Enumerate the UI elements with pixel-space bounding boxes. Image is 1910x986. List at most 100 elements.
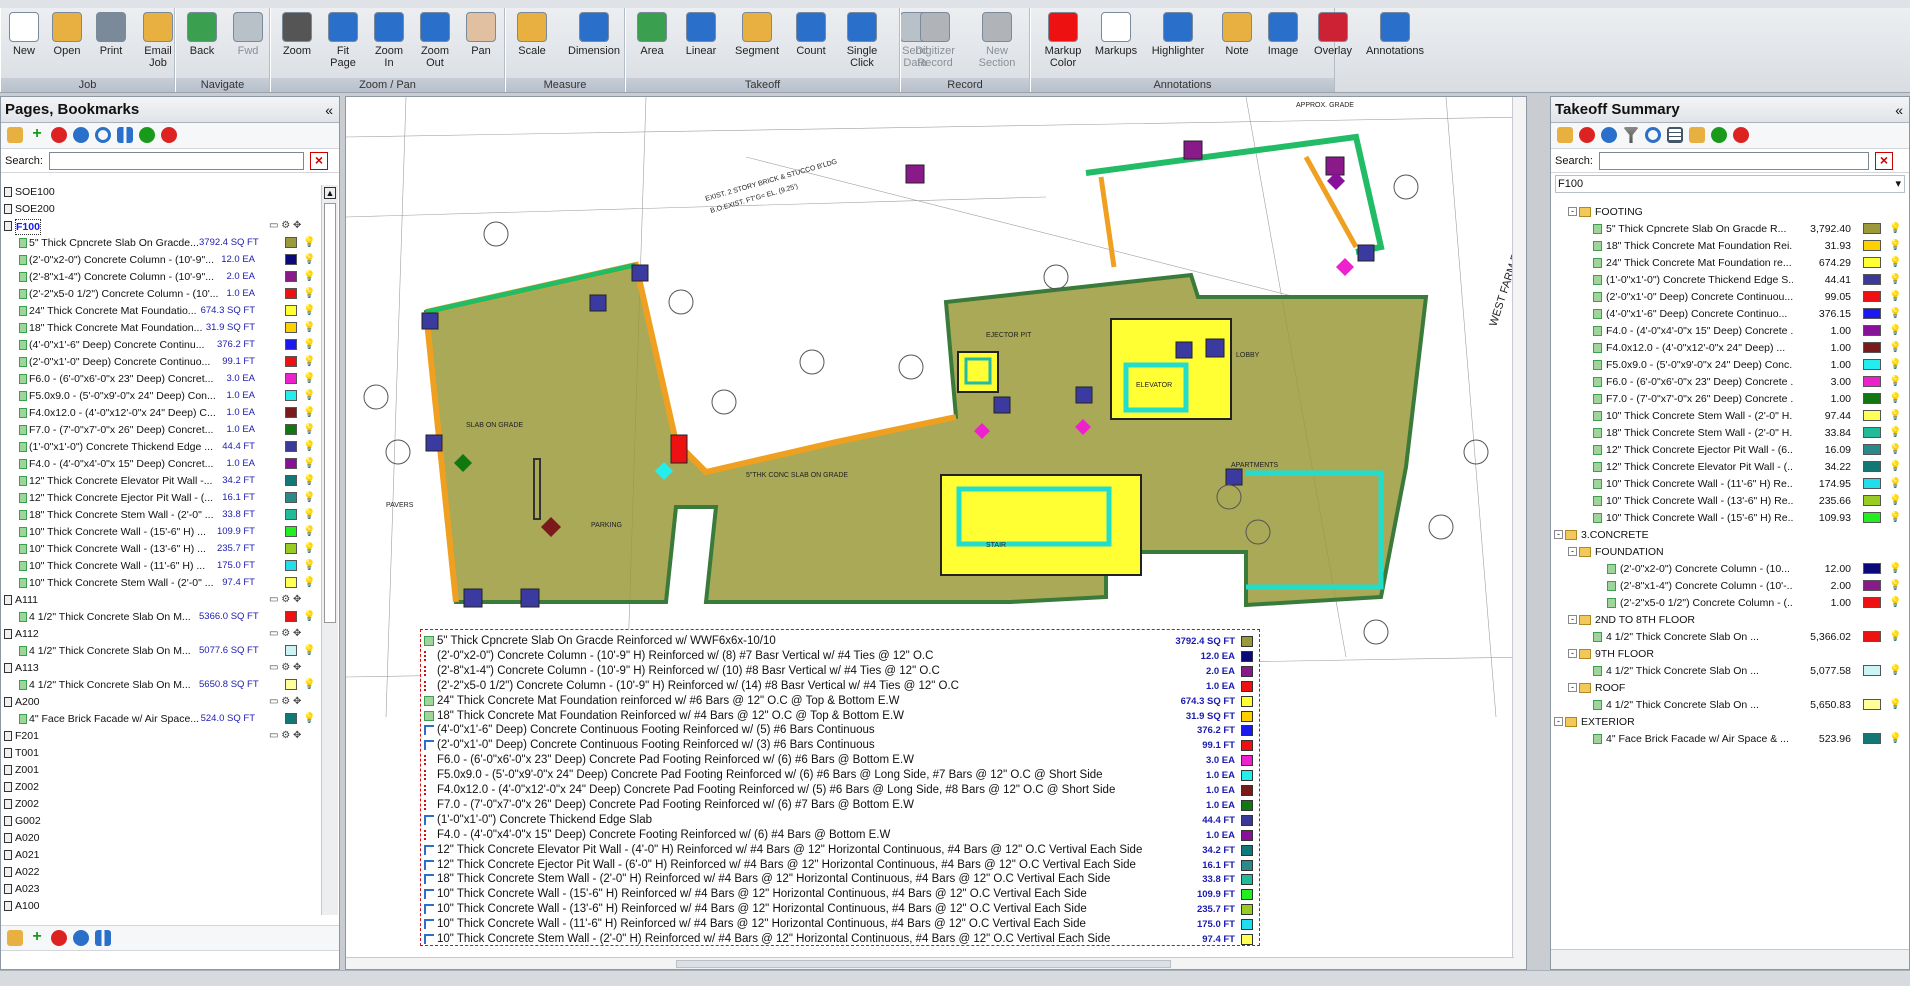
lightbulb-icon[interactable]: 💡: [303, 338, 315, 352]
gear-icon[interactable]: [73, 127, 89, 143]
page-tools-icon[interactable]: ▭ ⚙ ✥: [269, 627, 301, 641]
color-swatch[interactable]: [285, 611, 297, 622]
color-swatch[interactable]: [285, 288, 297, 299]
lightbulb-icon[interactable]: 💡: [303, 355, 315, 369]
color-swatch[interactable]: [1863, 240, 1881, 251]
legend-row[interactable]: 24" Thick Concrete Mat Foundation reinfo…: [421, 694, 1257, 709]
takeoff-item[interactable]: 4" Face Brick Facade w/ Air Space... 524.…: [3, 712, 321, 729]
folder-icon[interactable]: [1557, 127, 1573, 143]
delete-icon[interactable]: [1579, 127, 1595, 143]
canvas-horizontal-scrollbar[interactable]: [346, 957, 1514, 969]
page-item[interactable]: A111 ▭ ⚙ ✥: [3, 593, 321, 610]
lightbulb-icon[interactable]: 💡: [303, 389, 315, 403]
color-swatch[interactable]: [1863, 427, 1881, 438]
lightbulb-icon[interactable]: 💡: [1889, 664, 1901, 678]
takeoff-item[interactable]: (1'-0"x1'-0") Concrete Thickend Edge ...…: [3, 440, 321, 457]
color-swatch[interactable]: [285, 458, 297, 469]
lightbulb-icon[interactable]: 💡: [1889, 511, 1901, 525]
summary-item[interactable]: 10" Thick Concrete Stem Wall - (2'-0" H.…: [1553, 409, 1905, 426]
summary-item[interactable]: (2'-2"x5-0 1/2") Concrete Column - (... 1…: [1553, 596, 1905, 613]
canvas-vertical-scrollbar[interactable]: [1512, 97, 1526, 969]
refresh-icon[interactable]: [1645, 127, 1661, 143]
color-swatch[interactable]: [1863, 223, 1881, 234]
color-swatch[interactable]: [1863, 274, 1881, 285]
markup-color-button[interactable]: Markup Color: [1035, 12, 1091, 69]
color-swatch[interactable]: [285, 271, 297, 282]
takeoff-item[interactable]: (4'-0"x1'-6" Deep) Concrete Continu... 37…: [3, 338, 321, 355]
color-swatch[interactable]: [1863, 393, 1881, 404]
legend-row[interactable]: (1'-0"x1'-0") Concrete Thickend Edge Sla…: [421, 813, 1257, 828]
folder-add-icon[interactable]: [1689, 127, 1705, 143]
color-swatch[interactable]: [285, 526, 297, 537]
summary-item[interactable]: (2'-8"x1-4") Concrete Column - (10'-... 2…: [1553, 579, 1905, 596]
summary-folder[interactable]: - 9TH FLOOR: [1553, 647, 1905, 664]
lightbulb-icon[interactable]: 💡: [303, 559, 315, 573]
color-swatch[interactable]: [1863, 410, 1881, 421]
collapse-toggle-icon[interactable]: -: [1554, 717, 1563, 726]
lightbulb-icon[interactable]: 💡: [1889, 307, 1901, 321]
color-swatch[interactable]: [1863, 478, 1881, 489]
legend-row[interactable]: 18" Thick Concrete Stem Wall - (2'-0" H)…: [421, 872, 1257, 887]
lightbulb-icon[interactable]: 💡: [1889, 222, 1901, 236]
highlighter-button[interactable]: Highlighter: [1141, 12, 1215, 57]
clear-search-icon[interactable]: ×: [1874, 151, 1893, 170]
lightbulb-icon[interactable]: 💡: [303, 253, 315, 267]
takeoff-item[interactable]: (2'-0"x1'-0" Deep) Concrete Continuo... 9…: [3, 355, 321, 372]
color-swatch[interactable]: [285, 254, 297, 265]
takeoff-item[interactable]: 4 1/2" Thick Concrete Slab On M... 5077.6…: [3, 644, 321, 661]
color-swatch[interactable]: [285, 339, 297, 350]
page-item[interactable]: A022: [3, 865, 321, 882]
summary-folder[interactable]: - 3.CONCRETE: [1553, 528, 1905, 545]
takeoff-item[interactable]: 10" Thick Concrete Wall - (11'-6" H) ...…: [3, 559, 321, 576]
color-swatch[interactable]: [1863, 665, 1881, 676]
color-swatch[interactable]: [285, 509, 297, 520]
summary-item[interactable]: (2'-0"x1'-0" Deep) Concrete Continuou...…: [1553, 290, 1905, 307]
lightbulb-icon[interactable]: 💡: [1889, 477, 1901, 491]
lightbulb-icon[interactable]: 💡: [1889, 324, 1901, 338]
color-swatch[interactable]: [285, 713, 297, 724]
count-button[interactable]: Count: [788, 12, 834, 57]
takeoff-item[interactable]: 24" Thick Concrete Mat Foundatio... 674.3…: [3, 304, 321, 321]
takeoff-item[interactable]: 18" Thick Concrete Stem Wall - (2'-0" ..…: [3, 508, 321, 525]
summary-folder[interactable]: - EXTERIOR: [1553, 715, 1905, 732]
lightbulb-icon[interactable]: 💡: [303, 457, 315, 471]
page-item[interactable]: A021: [3, 848, 321, 865]
collapse-panel-icon[interactable]: «: [325, 97, 333, 123]
takeoff-item[interactable]: 12" Thick Concrete Ejector Pit Wall - (.…: [3, 491, 321, 508]
takeoff-item[interactable]: F6.0 - (6'-0"x6'-0"x 23" Deep) Concret..…: [3, 372, 321, 389]
collapse-toggle-icon[interactable]: -: [1554, 530, 1563, 539]
note-button[interactable]: Note: [1217, 12, 1257, 57]
legend-row[interactable]: F4.0 - (4'-0"x4'-0"x 15" Deep) Concrete …: [421, 828, 1257, 843]
page-item[interactable]: SOE200: [3, 202, 321, 219]
legend-row[interactable]: F6.0 - (6'-0"x6'-0"x 23" Deep) Concrete …: [421, 753, 1257, 768]
summary-item[interactable]: F4.0x12.0 - (4'-0"x12'-0"x 24" Deep) ...…: [1553, 341, 1905, 358]
folder-icon[interactable]: [7, 930, 23, 946]
lightbulb-icon[interactable]: 💡: [303, 236, 315, 250]
collapse-toggle-icon[interactable]: -: [1568, 615, 1577, 624]
area-button[interactable]: Area: [630, 12, 674, 57]
color-swatch[interactable]: [285, 407, 297, 418]
page-item[interactable]: Z002: [3, 797, 321, 814]
folder-icon[interactable]: [7, 127, 23, 143]
pan-button[interactable]: Pan: [459, 12, 503, 57]
delete-icon[interactable]: [51, 127, 67, 143]
legend-row[interactable]: 10" Thick Concrete Wall - (11'-6" H) Rei…: [421, 917, 1257, 932]
lightbulb-icon[interactable]: 💡: [1889, 630, 1901, 644]
lightbulb-icon[interactable]: 💡: [1889, 562, 1901, 576]
summary-item[interactable]: 4 1/2" Thick Concrete Slab On ... 5,077.5…: [1553, 664, 1905, 681]
takeoff-legend-box[interactable]: 5" Thick Cpncrete Slab On Gracde Reinfor…: [420, 629, 1260, 946]
collapse-toggle-icon[interactable]: -: [1568, 649, 1577, 658]
lightbulb-icon[interactable]: 💡: [1889, 596, 1901, 610]
page-item[interactable]: Z002: [3, 780, 321, 797]
lightbulb-icon[interactable]: 💡: [1889, 579, 1901, 593]
color-swatch[interactable]: [1863, 257, 1881, 268]
color-swatch[interactable]: [285, 543, 297, 554]
color-swatch[interactable]: [1863, 495, 1881, 506]
lightbulb-icon[interactable]: 💡: [1889, 239, 1901, 253]
summary-item[interactable]: 24" Thick Concrete Mat Foundation re... 6…: [1553, 256, 1905, 273]
lightbulb-icon[interactable]: 💡: [303, 440, 315, 454]
legend-row[interactable]: F4.0x12.0 - (4'-0"x12'-0"x 24" Deep) Con…: [421, 783, 1257, 798]
page-tools-icon[interactable]: ▭ ⚙ ✥: [269, 219, 301, 233]
page-item[interactable]: SOE100: [3, 185, 321, 202]
annotations-button[interactable]: Annotations: [1359, 12, 1431, 57]
